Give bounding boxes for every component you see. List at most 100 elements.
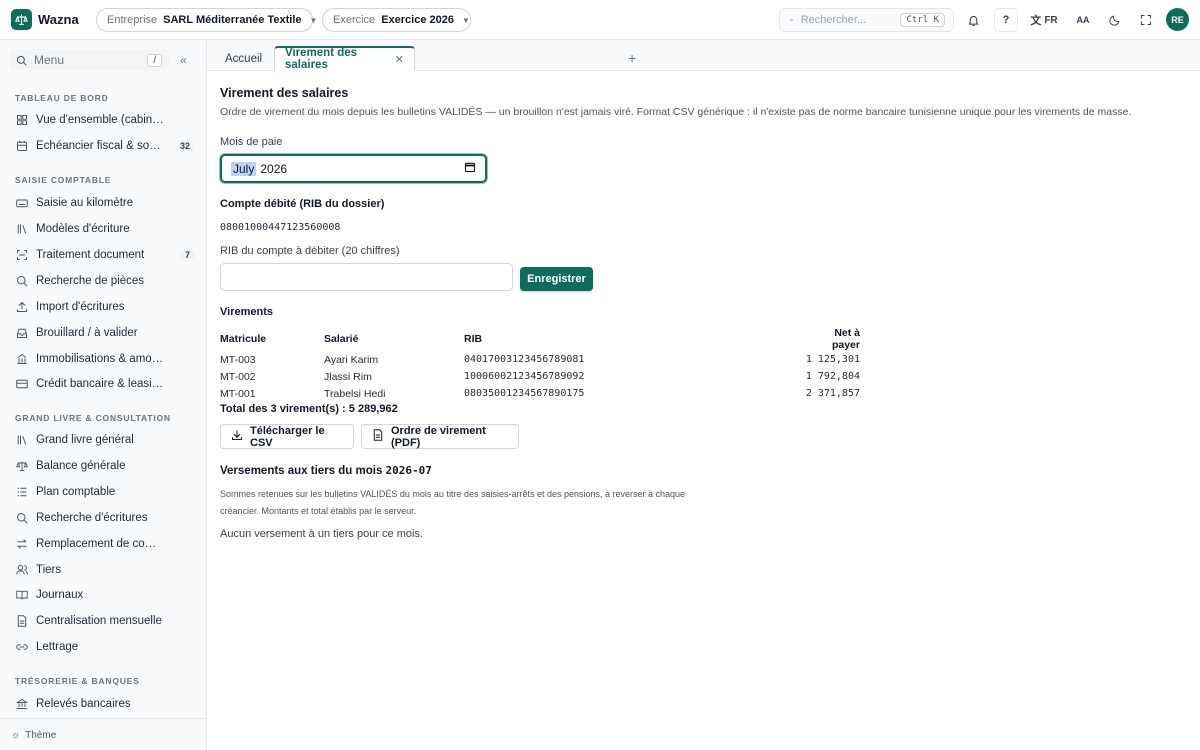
fiscal-year-value: Exercice 2026 <box>381 14 454 26</box>
bell-icon[interactable] <box>962 8 984 32</box>
section-title: SAISIE COMPTABLE <box>15 175 112 185</box>
sidebar-item-recherche-pieces[interactable]: Recherche de pièces <box>15 271 195 291</box>
language-switcher[interactable]: 文 FR <box>1028 8 1060 32</box>
scan-icon <box>15 249 28 262</box>
search-shortcut: Ctrl K <box>900 13 945 27</box>
month-input[interactable]: July 2026 <box>220 154 487 183</box>
collapse-sidebar-icon[interactable]: « <box>180 53 187 67</box>
file-text-icon <box>372 429 384 444</box>
download-icon <box>231 429 243 444</box>
calendar-icon <box>15 140 28 153</box>
global-search[interactable]: ⚬ Rechercher... Ctrl K <box>779 8 954 32</box>
sidebar-item-label: Grand livre général <box>36 434 134 446</box>
table-header-row: Matricule Salarié RIB Net à payer <box>220 327 860 351</box>
avatar[interactable]: RE <box>1166 8 1189 31</box>
sidebar-item-grand-livre[interactable]: Grand livre général <box>15 430 195 450</box>
sidebar-item-label: Vue d'ensemble (cabinet) <box>36 114 164 126</box>
sidebar-item-label: Immobilisations & amortissements <box>36 353 164 365</box>
sidebar-item-plan-comptable[interactable]: Plan comptable <box>15 482 195 502</box>
sidebar-item-label: Import d'écritures <box>36 301 125 313</box>
debit-account-rib: 08001000447123560008 <box>220 222 341 233</box>
moon-icon[interactable] <box>1106 8 1124 32</box>
sidebar-item-traitement-document[interactable]: Traitement document 7 <box>15 245 195 265</box>
sidebar-item-releves[interactable]: Relevés bancaires <box>15 694 195 714</box>
translate-icon: 文 <box>1030 15 1042 27</box>
tab-virement-salaires[interactable]: Virement des salaires ✕ <box>274 46 415 71</box>
sidebar-item-vue-ensemble[interactable]: Vue d'ensemble (cabinet) <box>15 110 195 130</box>
fiscal-year-selector[interactable]: Exercice Exercice 2026 ▼ <box>322 8 471 32</box>
sidebar-item-label: Tiers <box>36 564 62 576</box>
close-icon[interactable]: ✕ <box>395 53 404 66</box>
sidebar-item-label: Modèles d'écriture <box>36 223 130 235</box>
column-header: Net à payer <box>831 327 860 351</box>
fullscreen-icon[interactable] <box>1137 8 1155 32</box>
sidebar-item-import[interactable]: Import d'écritures <box>15 297 195 317</box>
font-size-button[interactable]: AA <box>1073 8 1093 32</box>
theme-label: Thème <box>25 730 57 741</box>
sidebar-item-label: Saisie au kilomètre <box>36 197 134 209</box>
table-row: MT-001 Trabelsi Hedi 0803500123456789017… <box>220 385 860 402</box>
cell-rib: 08035001234567890175 <box>464 388 585 399</box>
page-title: Virement des salaires <box>220 86 349 100</box>
book-icon <box>15 589 28 602</box>
save-button[interactable]: Enregistrer <box>520 267 593 291</box>
keyboard-icon <box>15 197 28 210</box>
sidebar-item-saisie-kilometre[interactable]: Saisie au kilomètre <box>15 193 195 213</box>
library-icon <box>15 223 28 236</box>
count-badge: 7 <box>179 249 195 261</box>
download-csv-label: Télécharger le CSV <box>250 424 325 449</box>
cell-rib: 10006002123456789092 <box>464 371 585 382</box>
fiscal-year-label: Exercice <box>333 14 376 26</box>
language-label: FR <box>1044 14 1058 26</box>
total-label: Total des 3 virement(s) : <box>220 403 349 415</box>
pdf-order-label: Ordre de virement (PDF) <box>391 424 486 449</box>
company-selector[interactable]: Entreprise SARL Méditerranée Textile ▼ <box>96 8 317 32</box>
column-header: Salarié <box>324 333 359 345</box>
sidebar-item-lettrage[interactable]: Lettrage <box>15 637 195 657</box>
sidebar-item-recherche-ecritures[interactable]: Recherche d'écritures <box>15 508 195 528</box>
sidebar-item-label: Traitement document <box>36 249 145 261</box>
sidebar-item-balance[interactable]: Balance générale <box>15 456 195 476</box>
cell-rib: 04017003123456789081 <box>464 354 585 365</box>
transfers-total: Total des 3 virement(s) : 5 289,962 <box>220 403 398 415</box>
calendar-icon[interactable] <box>464 161 476 176</box>
users-icon <box>15 564 28 577</box>
sidebar-item-label: Crédit bancaire & leasing <box>36 378 164 390</box>
cell-matricule: MT-002 <box>220 370 256 383</box>
sidebar-item-brouillard[interactable]: Brouillard / à valider <box>15 323 195 343</box>
tab-accueil[interactable]: Accueil <box>215 46 272 71</box>
cell-salarie: Ayari Karim <box>324 353 379 366</box>
sidebar: Menu / « TABLEAU DE BORD Vue d'ensemble … <box>0 40 207 750</box>
sidebar-item-immobilisations[interactable]: Immobilisations & amortissements <box>15 349 195 369</box>
cell-matricule: MT-001 <box>220 387 256 400</box>
sidebar-item-modeles[interactable]: Modèles d'écriture <box>15 219 195 239</box>
rib-input[interactable] <box>220 263 513 291</box>
menu-search-input[interactable]: Menu / <box>9 49 169 71</box>
file-icon <box>15 615 28 628</box>
sidebar-item-echeancier[interactable]: Échéancier fiscal & social 32 <box>15 136 195 156</box>
sidebar-item-remplacement[interactable]: Remplacement de compte <box>15 534 195 554</box>
sidebar-item-credit-bancaire[interactable]: Crédit bancaire & leasing <box>15 374 195 394</box>
section-title: GRAND LIVRE & CONSULTATION <box>15 413 171 423</box>
app-logo-icon[interactable] <box>11 9 32 30</box>
card-icon <box>15 378 28 391</box>
sidebar-item-journaux[interactable]: Journaux <box>15 585 195 605</box>
help-button[interactable]: ? <box>994 8 1018 32</box>
sun-icon: ☼ <box>11 730 21 741</box>
sidebar-item-centralisation[interactable]: Centralisation mensuelle <box>15 611 195 631</box>
sidebar-item-tiers[interactable]: Tiers <box>15 560 195 580</box>
pdf-order-button[interactable]: Ordre de virement (PDF) <box>361 424 519 449</box>
transfers-title: Virements <box>220 306 273 318</box>
sidebar-item-label: Relevés bancaires <box>36 698 131 710</box>
app-name: Wazna <box>38 12 79 27</box>
bank-icon <box>15 698 28 711</box>
company-value: SARL Méditerranée Textile <box>163 14 302 26</box>
download-csv-button[interactable]: Télécharger le CSV <box>220 424 354 449</box>
theme-button[interactable]: ☼ Thème <box>11 730 56 741</box>
grid-icon <box>15 114 28 127</box>
tab-bar: Accueil Virement des salaires ✕ + <box>207 40 1200 71</box>
add-tab-icon[interactable]: + <box>628 50 636 66</box>
third-party-month: 2026-07 <box>385 464 432 477</box>
section-title: TABLEAU DE BORD <box>15 93 109 103</box>
search-icon <box>15 275 28 288</box>
